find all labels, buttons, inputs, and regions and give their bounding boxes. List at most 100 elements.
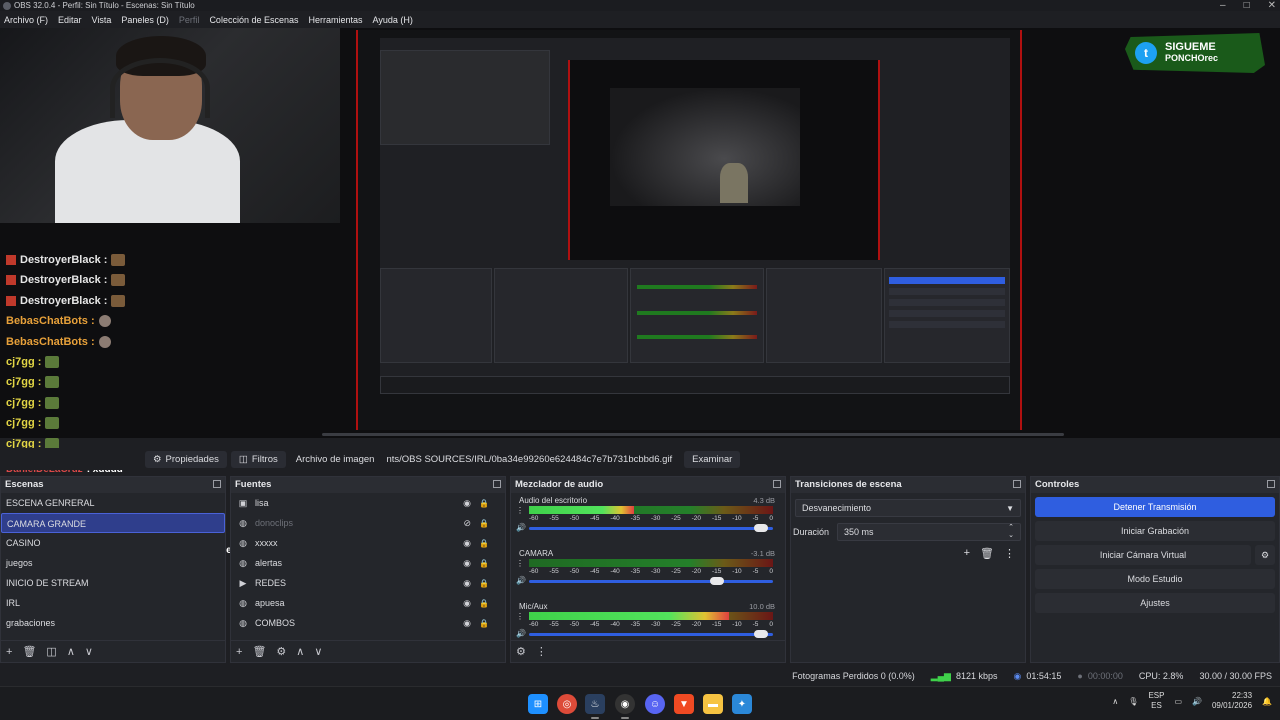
scene-item[interactable]: CAMARA GRANDE	[1, 513, 225, 533]
filters-button[interactable]: ◫ Filtros	[230, 450, 286, 468]
start-recording-button[interactable]: Iniciar Grabación	[1035, 521, 1275, 541]
preview-scrollbar[interactable]	[322, 433, 1064, 436]
maximize-icon[interactable]: □	[1244, 0, 1250, 11]
virtual-camera-settings[interactable]: ⚙	[1255, 545, 1275, 565]
chevron-up-icon[interactable]: ∧	[1112, 697, 1118, 706]
scene-item[interactable]: INICIO DE STREAM	[1, 573, 225, 593]
virtual-camera-button[interactable]: Iniciar Cámara Virtual	[1035, 545, 1251, 565]
add-icon[interactable]: +	[6, 646, 12, 658]
undock-icon[interactable]	[1013, 480, 1021, 488]
lock-icon[interactable]: 🔒	[479, 499, 489, 508]
lock-icon[interactable]: 🔒	[479, 599, 489, 608]
volume-handle[interactable]	[710, 577, 725, 585]
volume-handle[interactable]	[754, 630, 769, 638]
transition-select[interactable]: Desvanecimiento ▼	[795, 499, 1021, 517]
discord-icon[interactable]: ☺	[645, 694, 665, 714]
up-icon[interactable]: ∧	[296, 645, 304, 658]
stepper-icon[interactable]: ⌃ ⌄	[1008, 524, 1014, 540]
volume-slider[interactable]	[529, 577, 773, 585]
lock-icon[interactable]: 🔒	[479, 519, 489, 528]
menu-docks[interactable]: Paneles (D)	[121, 15, 169, 25]
menu-file[interactable]: Archivo (F)	[4, 15, 48, 25]
minimize-icon[interactable]: –	[1220, 0, 1226, 11]
gear-icon[interactable]: ⚙	[276, 645, 286, 658]
program-preview[interactable]: DestroyerBlack : DestroyerBlack : Destroye…	[0, 28, 1280, 556]
more-icon[interactable]: ⋮	[536, 645, 547, 658]
volume-icon[interactable]: 🔊	[1192, 697, 1202, 706]
source-item[interactable]: ▣ lisa ◉ 🔒	[231, 493, 505, 513]
undock-icon[interactable]	[493, 480, 501, 488]
scene-item[interactable]: IRL	[1, 593, 225, 613]
scene-item[interactable]: ESCENA GENRERAL	[1, 493, 225, 513]
obs-icon[interactable]: ◉	[615, 694, 635, 719]
scene-item[interactable]: grabaciones	[1, 613, 225, 633]
browse-button[interactable]: Examinar	[684, 450, 741, 468]
properties-button[interactable]: ⚙ Propiedades	[145, 450, 227, 468]
source-item[interactable]: ◍ xxxxx ◉ 🔒	[231, 533, 505, 553]
menu-scene-collection[interactable]: Colección de Escenas	[209, 15, 298, 25]
language-indicator[interactable]: ESP ES	[1148, 691, 1164, 711]
volume-slider[interactable]	[529, 630, 773, 638]
menu-tools[interactable]: Herramientas	[309, 15, 363, 25]
menu-edit[interactable]: Editar	[58, 15, 82, 25]
studio-mode-button[interactable]: Modo Estudio	[1035, 569, 1275, 589]
eye-icon[interactable]: ◉	[463, 578, 471, 589]
chrome-icon[interactable]: ◎	[557, 694, 577, 714]
lock-icon[interactable]: 🔒	[479, 559, 489, 568]
trash-icon[interactable]: 🗑	[980, 547, 994, 560]
menu-help[interactable]: Ayuda (H)	[373, 15, 413, 25]
clock[interactable]: 22:33 09/01/2026	[1212, 691, 1252, 711]
eye-icon[interactable]: ◉	[463, 538, 471, 549]
scene-item[interactable]: CASINO	[1, 533, 225, 553]
undock-icon[interactable]	[213, 480, 221, 488]
lock-icon[interactable]: 🔒	[479, 579, 489, 588]
source-item[interactable]: ◍ apuesa ◉ 🔒	[231, 593, 505, 613]
eye-hidden-icon[interactable]: ⊘	[463, 518, 471, 529]
menu-view[interactable]: Vista	[92, 15, 112, 25]
network-icon[interactable]: ▭	[1174, 697, 1182, 706]
app-icon[interactable]: ✦	[732, 694, 752, 714]
settings-button[interactable]: Ajustes	[1035, 593, 1275, 613]
source-item[interactable]: ◍ alertas ◉ 🔒	[231, 553, 505, 573]
more-icon[interactable]: ⋮	[1004, 547, 1015, 560]
stop-stream-button[interactable]: Detener Transmisión	[1035, 497, 1275, 517]
folder-icon[interactable]: ▬	[703, 694, 723, 714]
trash-icon[interactable]: 🗑	[22, 645, 36, 658]
channel-menu-icon[interactable]: ⋮	[516, 506, 524, 515]
undock-icon[interactable]	[1267, 480, 1275, 488]
menu-profile[interactable]: Perfil	[179, 15, 200, 25]
notification-icon[interactable]: 🔔	[1262, 697, 1272, 706]
undock-icon[interactable]	[773, 480, 781, 488]
down-icon[interactable]: ∨	[314, 645, 322, 658]
eye-icon[interactable]: ◉	[463, 498, 471, 509]
lock-icon[interactable]: 🔒	[479, 539, 489, 548]
mic-icon[interactable]: 🎙	[1128, 697, 1138, 706]
eye-icon[interactable]: ◉	[463, 598, 471, 609]
source-item[interactable]: ▶ REDES ◉ 🔒	[231, 573, 505, 593]
speaker-icon[interactable]: 🔊	[516, 576, 526, 585]
source-item[interactable]: ◍ COMBOS ◉ 🔒	[231, 613, 505, 633]
eye-icon[interactable]: ◉	[463, 618, 471, 629]
scene-item[interactable]: juegos	[1, 553, 225, 573]
volume-slider[interactable]	[529, 524, 773, 532]
gear-icon[interactable]: ⚙	[516, 645, 526, 658]
down-icon[interactable]: ∨	[85, 645, 93, 658]
trash-icon[interactable]: 🗑	[252, 645, 266, 658]
add-icon[interactable]: +	[236, 646, 242, 658]
up-icon[interactable]: ∧	[67, 645, 75, 658]
brave-icon[interactable]: ▼	[674, 694, 694, 714]
channel-menu-icon[interactable]: ⋮	[516, 612, 524, 621]
speaker-icon[interactable]: 🔊	[516, 629, 526, 638]
duration-field[interactable]: 350 ms ⌃ ⌄	[837, 523, 1021, 541]
lock-icon[interactable]: 🔒	[479, 619, 489, 628]
add-icon[interactable]: +	[964, 547, 970, 560]
speaker-icon[interactable]: 🔊	[516, 523, 526, 532]
eye-icon[interactable]: ◉	[463, 558, 471, 569]
close-icon[interactable]: ✕	[1268, 0, 1276, 11]
source-item[interactable]: ◍ donoclips ⊘ 🔒	[231, 513, 505, 533]
filter-icon[interactable]: ◫	[46, 645, 56, 658]
volume-handle[interactable]	[754, 524, 769, 532]
windows-start-icon[interactable]: ⊞	[528, 694, 548, 714]
steam-icon[interactable]: ♨	[585, 694, 605, 719]
channel-menu-icon[interactable]: ⋮	[516, 559, 524, 568]
